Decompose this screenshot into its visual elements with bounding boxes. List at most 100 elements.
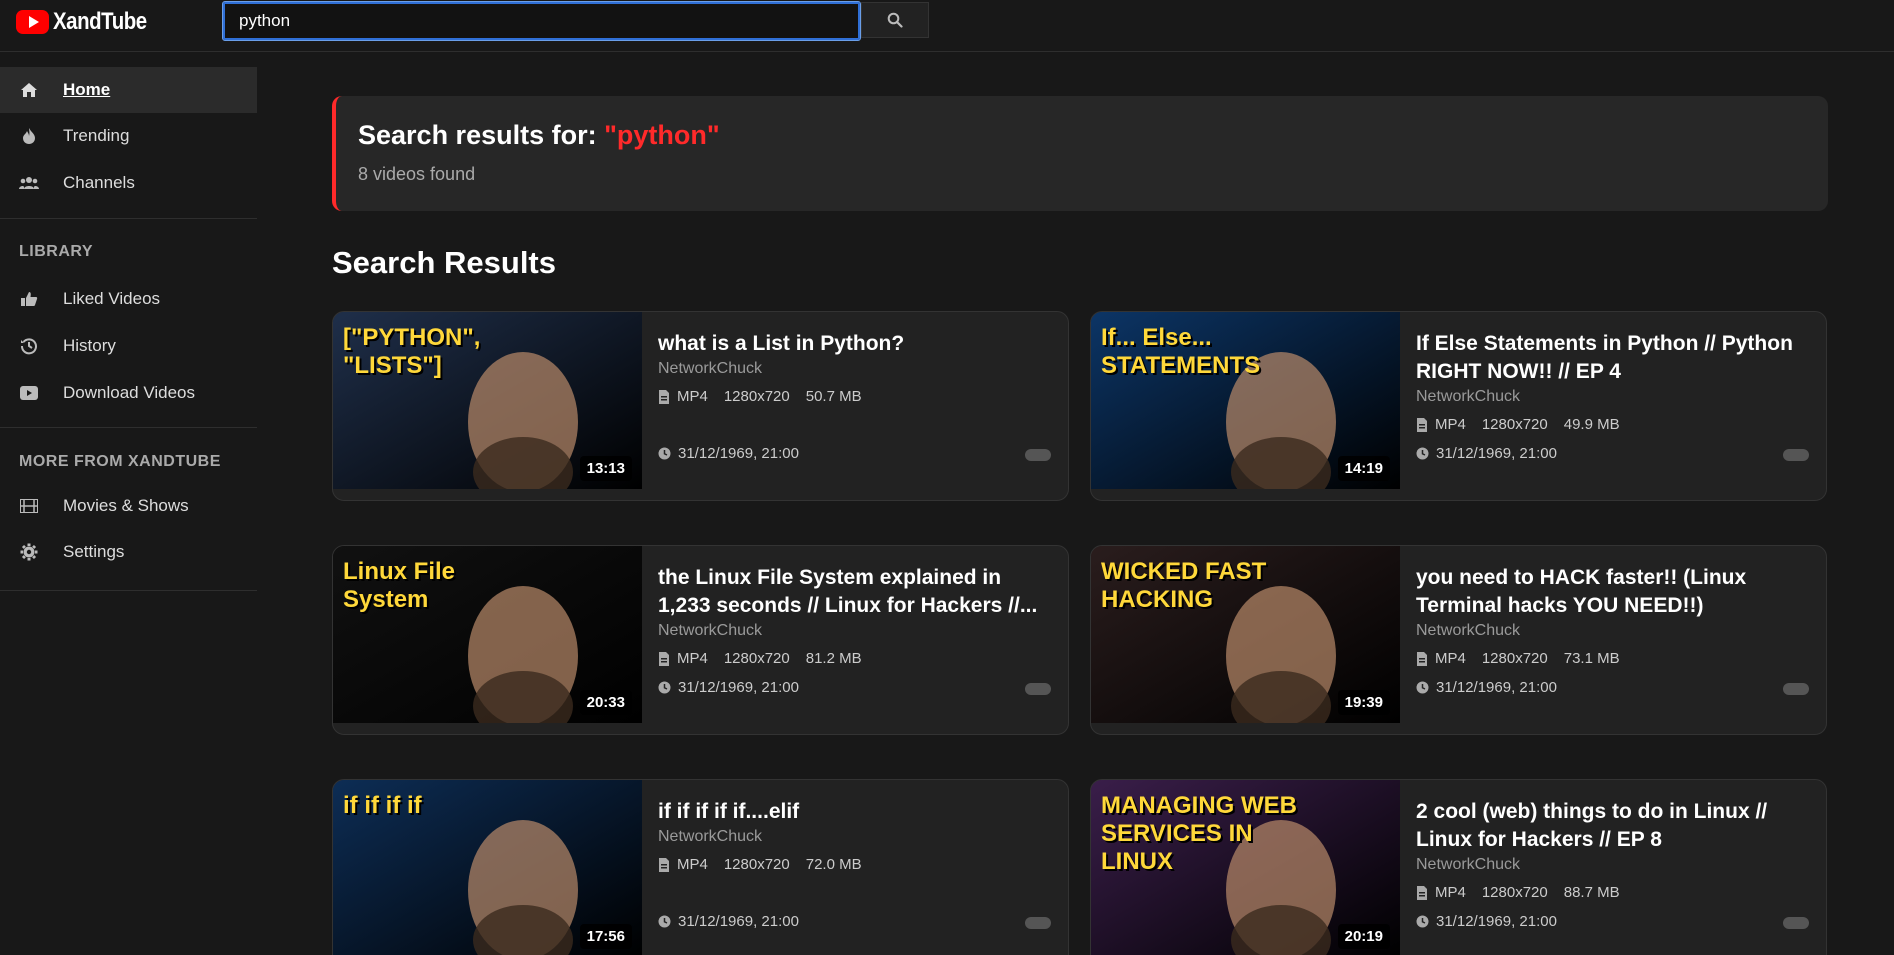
video-card[interactable]: Linux File System 20:33 the Linux File S…	[332, 545, 1069, 735]
library-section-title: LIBRARY	[19, 243, 94, 260]
sidebar-item-home[interactable]: Home	[0, 67, 257, 113]
sidebar-item-channels[interactable]: Channels	[0, 160, 257, 206]
video-date: 31/12/1969, 21:00	[1416, 913, 1557, 930]
video-date-text: 31/12/1969, 21:00	[1436, 445, 1557, 462]
video-resolution: 1280x720	[1481, 884, 1548, 901]
thumbnail-text: MANAGING WEB SERVICES IN LINUX	[1101, 792, 1297, 875]
video-meta: MP4 1280x720 49.9 MB	[1416, 416, 1620, 433]
video-date-text: 31/12/1969, 21:00	[678, 445, 799, 462]
sidebar-item-label: Settings	[63, 542, 125, 561]
video-title[interactable]: If Else Statements in Python // Python R…	[1416, 330, 1816, 386]
video-thumbnail[interactable]: WICKED FAST HACKING 19:39	[1091, 546, 1400, 723]
sidebar-item-settings[interactable]: Settings	[0, 529, 257, 575]
video-duration: 20:33	[579, 690, 632, 715]
sidebar-divider	[0, 590, 257, 591]
search-results-banner: Search results for: "python" 8 videos fo…	[332, 96, 1828, 211]
thumbnail-text: ["PYTHON", "LISTS"]	[343, 324, 481, 379]
channel-name[interactable]: NetworkChuck	[1416, 622, 1520, 640]
search-button[interactable]	[861, 2, 929, 38]
channel-name[interactable]: NetworkChuck	[658, 622, 762, 640]
video-thumbnail[interactable]: ["PYTHON", "LISTS"] 13:13	[333, 312, 642, 489]
sidebar-divider	[0, 427, 257, 428]
video-date: 31/12/1969, 21:00	[658, 679, 799, 696]
file-icon	[1417, 651, 1427, 666]
sidebar-item-label: Trending	[63, 126, 130, 145]
video-title[interactable]: what is a List in Python?	[658, 330, 1058, 358]
banner-prefix: Search results for:	[358, 120, 605, 150]
sidebar-item-liked-videos[interactable]: Liked Videos	[0, 276, 257, 322]
home-icon	[19, 80, 39, 100]
video-thumbnail[interactable]: if if if if 17:56	[333, 780, 642, 955]
film-icon	[19, 496, 39, 516]
thumbs-up-icon	[19, 289, 39, 309]
download-toggle[interactable]	[1783, 449, 1809, 461]
video-size: 50.7 MB	[805, 388, 862, 405]
channel-name[interactable]: NetworkChuck	[658, 828, 762, 846]
video-duration: 17:56	[579, 924, 632, 949]
sidebar: Home Trending Channels LIBRARY Liked Vid…	[0, 53, 257, 955]
sidebar-item-download-videos[interactable]: Download Videos	[0, 370, 257, 416]
video-meta: MP4 1280x720 73.1 MB	[1416, 650, 1620, 667]
sidebar-item-label: Liked Videos	[63, 289, 161, 308]
video-duration: 13:13	[579, 456, 632, 481]
video-resolution: 1280x720	[723, 388, 790, 405]
download-toggle[interactable]	[1783, 683, 1809, 695]
clock-icon	[1416, 915, 1429, 928]
file-icon	[1417, 417, 1427, 432]
search-input[interactable]	[222, 1, 861, 41]
video-size: 49.9 MB	[1563, 416, 1620, 433]
download-toggle[interactable]	[1025, 917, 1051, 929]
download-toggle[interactable]	[1025, 683, 1051, 695]
video-title[interactable]: 2 cool (web) things to do in Linux // Li…	[1416, 798, 1816, 854]
video-title[interactable]: you need to HACK faster!! (Linux Termina…	[1416, 564, 1816, 620]
clock-icon	[658, 681, 671, 694]
download-toggle[interactable]	[1025, 449, 1051, 461]
history-icon	[19, 336, 39, 356]
video-card[interactable]: MANAGING WEB SERVICES IN LINUX 20:19 2 c…	[1090, 779, 1827, 955]
sidebar-item-label: History	[63, 336, 116, 355]
file-icon	[659, 389, 669, 404]
video-title[interactable]: if if if if if....elif	[658, 798, 1058, 826]
video-size: 72.0 MB	[805, 856, 862, 873]
channel-name[interactable]: NetworkChuck	[1416, 856, 1520, 874]
video-card[interactable]: ["PYTHON", "LISTS"] 13:13 what is a List…	[332, 311, 1069, 501]
video-thumbnail[interactable]: MANAGING WEB SERVICES IN LINUX 20:19	[1091, 780, 1400, 955]
video-title[interactable]: the Linux File System explained in 1,233…	[658, 564, 1058, 620]
sidebar-item-label: Channels	[63, 173, 135, 192]
video-format: MP4	[677, 856, 708, 873]
thumbnail-text: Linux File System	[343, 558, 456, 613]
video-card[interactable]: if if if if 17:56 if if if if if....elif…	[332, 779, 1069, 955]
video-card[interactable]: If... Else... STATEMENTS 14:19 If Else S…	[1090, 311, 1827, 501]
top-header: XandTube	[0, 0, 1894, 52]
video-duration: 19:39	[1337, 690, 1390, 715]
gear-icon	[19, 542, 39, 562]
video-resolution: 1280x720	[1481, 650, 1548, 667]
video-date: 31/12/1969, 21:00	[658, 445, 799, 462]
sidebar-item-trending[interactable]: Trending	[0, 113, 257, 159]
thumbnail-text: if if if if	[343, 792, 422, 819]
sidebar-divider	[0, 218, 257, 219]
download-toggle[interactable]	[1783, 917, 1809, 929]
video-card[interactable]: WICKED FAST HACKING 19:39 you need to HA…	[1090, 545, 1827, 735]
channel-name[interactable]: NetworkChuck	[658, 360, 762, 378]
video-thumbnail[interactable]: Linux File System 20:33	[333, 546, 642, 723]
video-date-text: 31/12/1969, 21:00	[1436, 679, 1557, 696]
logo[interactable]: XandTube	[16, 8, 163, 36]
video-format: MP4	[677, 650, 708, 667]
video-meta: MP4 1280x720 88.7 MB	[1416, 884, 1620, 901]
video-meta: MP4 1280x720 81.2 MB	[658, 650, 862, 667]
video-date: 31/12/1969, 21:00	[1416, 679, 1557, 696]
channel-name[interactable]: NetworkChuck	[1416, 388, 1520, 406]
app-name: XandTube	[53, 8, 147, 35]
sidebar-item-movies-shows[interactable]: Movies & Shows	[0, 483, 257, 529]
sidebar-item-history[interactable]: History	[0, 323, 257, 369]
video-thumbnail[interactable]: If... Else... STATEMENTS 14:19	[1091, 312, 1400, 489]
file-icon	[659, 651, 669, 666]
clock-icon	[1416, 681, 1429, 694]
video-format: MP4	[677, 388, 708, 405]
video-meta: MP4 1280x720 50.7 MB	[658, 388, 862, 405]
results-heading: Search Results	[332, 245, 556, 280]
video-size: 73.1 MB	[1563, 650, 1620, 667]
results-count: 8 videos found	[358, 164, 476, 184]
video-date-text: 31/12/1969, 21:00	[678, 913, 799, 930]
